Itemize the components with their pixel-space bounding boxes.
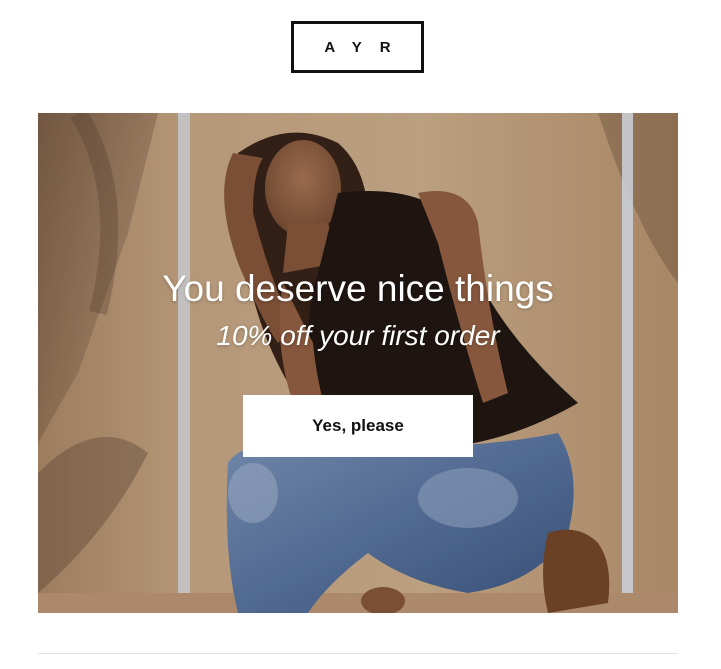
brand-logo[interactable]: AYR xyxy=(291,21,424,73)
hero-headline: You deserve nice things xyxy=(162,268,554,309)
hero-banner[interactable]: You deserve nice things 10% off your fir… xyxy=(38,113,678,613)
brand-logo-text: AYR xyxy=(324,38,409,56)
yes-please-button[interactable]: Yes, please xyxy=(243,395,473,457)
hero-image xyxy=(38,113,678,613)
footer-divider xyxy=(38,653,678,654)
hero-subheadline: 10% off your first order xyxy=(216,320,500,351)
